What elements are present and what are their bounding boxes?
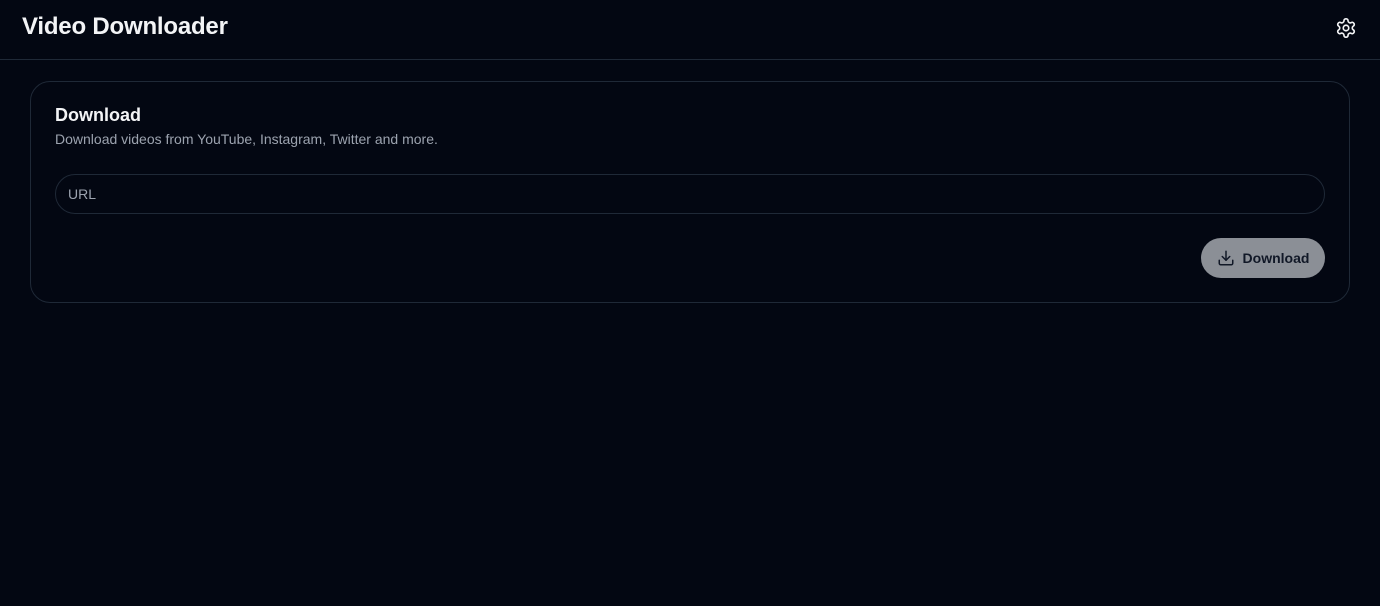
card-title: Download <box>55 105 141 125</box>
app-title: Video Downloader <box>22 13 228 40</box>
card-subtitle: Download videos from YouTube, Instagram,… <box>55 131 438 147</box>
gear-icon <box>1335 17 1357 39</box>
download-icon <box>1217 249 1235 267</box>
url-input[interactable] <box>55 174 1325 214</box>
download-button-label: Download <box>1242 250 1310 266</box>
download-card: Download Download videos from YouTube, I… <box>30 81 1350 303</box>
settings-button[interactable] <box>1332 14 1360 42</box>
download-button[interactable]: Download <box>1201 238 1325 278</box>
app-header: Video Downloader <box>0 0 1380 60</box>
